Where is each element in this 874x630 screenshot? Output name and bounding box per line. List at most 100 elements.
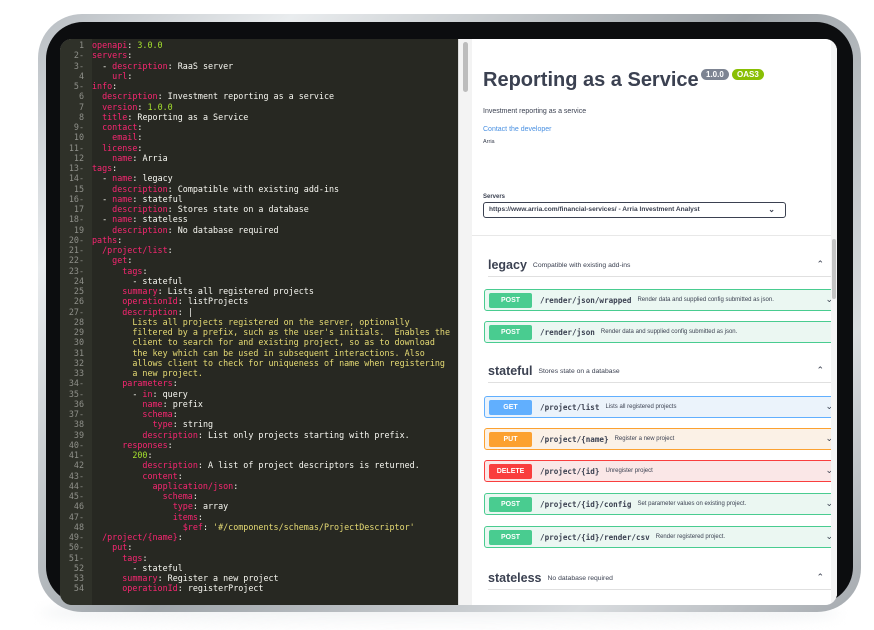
operation-put-project-name[interactable]: PUT /project/{name} Register a new proje… xyxy=(484,428,837,450)
code-line[interactable]: 43- content: xyxy=(60,471,458,481)
code-line[interactable]: 49- /project/{name}: xyxy=(60,532,458,542)
editor-lines[interactable]: 1 openapi: 3.0.0 2- servers: 3- - descriptio… xyxy=(60,40,458,594)
code-line[interactable]: 16- - name: stateful xyxy=(60,194,458,204)
code-line[interactable]: 47- items: xyxy=(60,512,458,522)
contact-developer-link[interactable]: Contact the developer xyxy=(483,126,552,133)
operation-get-project-list[interactable]: GET /project/list Lists all registered p… xyxy=(484,396,837,418)
code-line[interactable]: 21- /project/list: xyxy=(60,245,458,255)
code-line[interactable]: 30 client to search for and existing pro… xyxy=(60,337,458,347)
code-line[interactable]: 22- get: xyxy=(60,255,458,265)
code-line[interactable]: 5- info: xyxy=(60,81,458,91)
code-line[interactable]: 52 - stateful xyxy=(60,563,458,573)
servers-select[interactable]: https://www.arria.com/financial-services… xyxy=(483,202,786,218)
docs-scrollbar[interactable] xyxy=(831,39,837,605)
code-token: : xyxy=(137,142,143,153)
code-line[interactable]: 34- parameters: xyxy=(60,378,458,388)
tag-stateless[interactable]: stateless No database required ⌃ xyxy=(488,567,834,590)
code-line[interactable]: 25 summary: Lists all registered project… xyxy=(60,286,458,296)
code-line[interactable]: 46 type: array xyxy=(60,501,458,511)
code-line[interactable]: 4 url: xyxy=(60,71,458,81)
code-text: parameters: xyxy=(92,378,177,389)
code-token: : xyxy=(167,204,178,214)
code-line[interactable]: 39 description: List only projects start… xyxy=(60,430,458,440)
code-line[interactable]: 8 title: Reporting as a Service xyxy=(60,112,458,122)
code-line[interactable]: 20- paths: xyxy=(60,235,458,245)
code-line[interactable]: 42 description: A list of project descri… xyxy=(60,460,458,470)
code-line[interactable]: 37- schema: xyxy=(60,409,458,419)
operation-delete-project-id[interactable]: DELETE /project/{id} Unregister project … xyxy=(484,460,837,482)
code-line[interactable]: 26 operationId: listProjects xyxy=(60,296,458,306)
code-line[interactable]: 24 - stateful xyxy=(60,276,458,286)
code-line[interactable]: 10 email: xyxy=(60,132,458,142)
code-text: a new project. xyxy=(92,368,203,378)
code-line[interactable]: 29 filtered by a prefix, such as the use… xyxy=(60,327,458,337)
tablet-frame: 1 openapi: 3.0.0 2- servers: 3- - descriptio… xyxy=(38,14,861,612)
split-pane-divider[interactable] xyxy=(458,39,472,605)
code-line[interactable]: 14- - name: legacy xyxy=(60,173,458,183)
code-line[interactable]: 7 version: 1.0.0 xyxy=(60,102,458,112)
code-line[interactable]: 38 type: string xyxy=(60,419,458,429)
code-token: /project/{name} xyxy=(102,532,178,542)
code-line[interactable]: 54 operationId: registerProject xyxy=(60,583,458,593)
tag-legacy[interactable]: legacy Compatible with existing add-ins … xyxy=(488,254,834,277)
code-token: title xyxy=(102,111,128,122)
code-line[interactable]: 33 a new project. xyxy=(60,368,458,378)
operation-post-project-config[interactable]: POST /project/{id}/config Set parameter … xyxy=(484,493,837,515)
code-line[interactable]: 44- application/json: xyxy=(60,481,458,491)
operation-post-project-render-csv[interactable]: POST /project/{id}/render/csv Render reg… xyxy=(484,526,837,548)
code-line[interactable]: 9- contact: xyxy=(60,122,458,132)
code-line[interactable]: 11- license: xyxy=(60,143,458,153)
operation-summary: Lists all registered projects xyxy=(605,404,677,410)
docs-scrollbar-thumb[interactable] xyxy=(832,239,836,299)
code-line[interactable]: 51- tags: xyxy=(60,553,458,563)
yaml-editor[interactable]: 1 openapi: 3.0.0 2- servers: 3- - descriptio… xyxy=(60,39,458,605)
code-line[interactable]: 12 name: Arria xyxy=(60,153,458,163)
code-line[interactable]: 2- servers: xyxy=(60,50,458,60)
code-line[interactable]: 48 $ref: '#/components/schemas/ProjectDe… xyxy=(60,522,458,532)
code-line[interactable]: 3- - description: RaaS server xyxy=(60,61,458,71)
line-number: 16- xyxy=(68,193,84,204)
line-number: 39 xyxy=(73,429,84,440)
code-line[interactable]: 15 description: Compatible with existing… xyxy=(60,184,458,194)
line-number: 5- xyxy=(73,81,84,91)
code-line[interactable]: 35- - in: query xyxy=(60,389,458,399)
code-line[interactable]: 28 Lists all projects registered on the … xyxy=(60,317,458,327)
code-line[interactable]: 18- - name: stateless xyxy=(60,214,458,224)
tag-stateful[interactable]: stateful Stores state on a database ⌃ xyxy=(488,360,834,383)
code-line[interactable]: 45- schema: xyxy=(60,491,458,501)
code-line[interactable]: 31 the key which can be used in subseque… xyxy=(60,348,458,358)
code-line[interactable]: 17 description: Stores state on a databa… xyxy=(60,204,458,214)
code-line[interactable]: 27- description: | xyxy=(60,307,458,317)
line-number: 45- xyxy=(68,491,84,501)
line-number: 8 xyxy=(78,111,84,122)
method-badge: POST xyxy=(489,529,532,545)
code-line[interactable]: 40- responses: xyxy=(60,440,458,450)
code-token: Register a new project xyxy=(167,573,279,583)
code-line[interactable]: 6 description: Investment reporting as a… xyxy=(60,91,458,101)
code-line[interactable]: 1 openapi: 3.0.0 xyxy=(60,40,458,50)
line-number: 18- xyxy=(68,214,84,225)
code-text: application/json: xyxy=(92,481,239,491)
code-text: tags: xyxy=(92,266,147,276)
api-description: Investment reporting as a service xyxy=(483,108,587,115)
code-line[interactable]: 19 description: No database required xyxy=(60,225,458,235)
code-line[interactable]: 53 summary: Register a new project xyxy=(60,573,458,583)
code-token: parameters xyxy=(122,378,173,389)
code-text: license: xyxy=(92,143,142,153)
code-token: tags xyxy=(122,265,143,276)
code-line[interactable]: 41- 200: xyxy=(60,450,458,460)
line-number: 17 xyxy=(73,204,84,214)
code-token: servers xyxy=(92,50,128,61)
code-line[interactable]: 50- put: xyxy=(60,542,458,552)
code-token: - xyxy=(92,275,143,286)
editor-scrollbar-thumb[interactable] xyxy=(463,42,468,92)
code-line[interactable]: 36 name: prefix xyxy=(60,399,458,409)
operation-post-render-json[interactable]: POST /render/json Render data and suppli… xyxy=(484,321,837,343)
tag-name: stateful xyxy=(488,364,533,378)
code-line[interactable]: 32 allows client to check for uniqueness… xyxy=(60,358,458,368)
operation-post-render-json-wrapped[interactable]: POST /render/json/wrapped Render data an… xyxy=(484,289,837,311)
code-line[interactable]: 23- tags: xyxy=(60,266,458,276)
code-line[interactable]: 13- tags: xyxy=(60,163,458,173)
